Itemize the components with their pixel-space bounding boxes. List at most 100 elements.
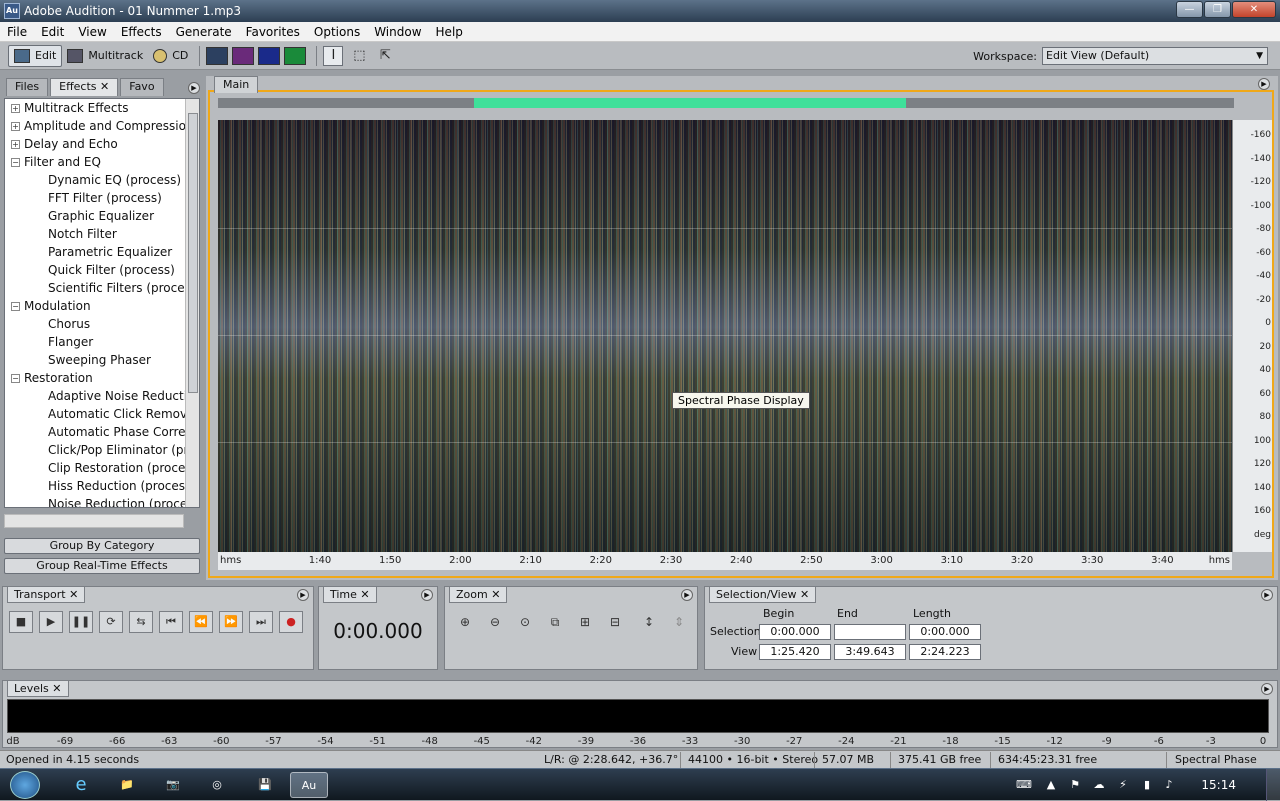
menu-view[interactable]: View — [71, 25, 113, 39]
cd-view-button[interactable]: CD — [148, 45, 193, 67]
tree-item[interactable]: Adaptive Noise Reduction — [5, 387, 199, 405]
tree-item[interactable]: Chorus — [5, 315, 199, 333]
zoom-out-vertical-icon[interactable]: ⇕ — [667, 611, 691, 633]
close-button[interactable]: ✕ — [1232, 1, 1276, 18]
play-to-end-button[interactable]: ⟳ — [99, 611, 123, 633]
collapse-icon[interactable]: − — [11, 158, 20, 167]
taskbar-save-icon[interactable]: 💾 — [246, 772, 284, 798]
zoom-out-horizontal-icon[interactable]: ⊖ — [483, 611, 507, 633]
time-selection-tool-icon[interactable]: I — [323, 45, 344, 66]
menu-effects[interactable]: Effects — [114, 25, 169, 39]
group-realtime-effects-button[interactable]: Group Real-Time Effects — [4, 558, 200, 574]
tree-item[interactable]: Parametric Equalizer — [5, 243, 199, 261]
marquee-selection-tool-icon[interactable]: ⬚ — [349, 46, 369, 66]
tree-item[interactable]: Noise Reduction (process) — [5, 495, 199, 507]
tab-effects[interactable]: Effects ✕ — [50, 78, 119, 96]
start-button[interactable] — [10, 771, 40, 799]
group-by-category-button[interactable]: Group By Category — [4, 538, 200, 554]
zoom-to-left-edge-icon[interactable]: ⊞ — [573, 611, 597, 633]
view-begin-field[interactable]: 1:25.420 — [759, 644, 831, 660]
tab-zoom[interactable]: Zoom ✕ — [449, 587, 508, 603]
horizontal-scrollbar[interactable] — [4, 514, 184, 528]
maximize-button[interactable]: ❐ — [1204, 1, 1231, 18]
overview-selection[interactable] — [474, 98, 906, 108]
taskbar-explorer-icon[interactable]: 📁 — [108, 772, 146, 798]
tree-category[interactable]: − Modulation — [5, 297, 199, 315]
security-icon[interactable]: ⚑ — [1068, 779, 1082, 791]
menu-file[interactable]: File — [0, 25, 34, 39]
panel-menu-icon[interactable]: ▶ — [297, 589, 309, 601]
menu-help[interactable]: Help — [429, 25, 470, 39]
loop-button[interactable]: ⇆ — [129, 611, 153, 633]
tray-app-icon[interactable]: ☁ — [1092, 779, 1106, 791]
tree-category[interactable]: − Filter and EQ — [5, 153, 199, 171]
tree-item[interactable]: Clip Restoration (process) — [5, 459, 199, 477]
multitrack-view-button[interactable]: Multitrack — [62, 45, 148, 67]
panel-menu-icon[interactable]: ▶ — [1261, 589, 1273, 601]
go-to-beginning-button[interactable]: ⏮ — [159, 611, 183, 633]
scrollbar-thumb[interactable] — [188, 113, 198, 393]
menu-edit[interactable]: Edit — [34, 25, 71, 39]
play-button[interactable]: ▶ — [39, 611, 63, 633]
tab-time[interactable]: Time ✕ — [323, 587, 377, 603]
taskbar-camera-icon[interactable]: 📷 — [154, 772, 192, 798]
show-desktop-button[interactable] — [1266, 769, 1280, 801]
panel-menu-icon[interactable]: ▶ — [681, 589, 693, 601]
close-icon[interactable]: ✕ — [491, 588, 500, 601]
zoom-to-right-edge-icon[interactable]: ⊟ — [603, 611, 627, 633]
collapse-icon[interactable]: − — [11, 302, 20, 311]
menu-window[interactable]: Window — [367, 25, 428, 39]
chevron-up-icon[interactable]: ▲ — [1044, 779, 1058, 791]
overview-bar[interactable] — [218, 98, 1234, 108]
workspace-dropdown[interactable]: Edit View (Default) ▼ — [1042, 47, 1268, 65]
tree-category[interactable]: − Restoration — [5, 369, 199, 387]
tab-favorites[interactable]: Favo — [120, 78, 164, 96]
minimize-button[interactable]: — — [1176, 1, 1203, 18]
rewind-button[interactable]: ⏪ — [189, 611, 213, 633]
tree-item[interactable]: Notch Filter — [5, 225, 199, 243]
selection-begin-field[interactable]: 0:00.000 — [759, 624, 831, 640]
taskbar-app-icon[interactable]: ◎ — [198, 772, 236, 798]
spectral-frequency-button[interactable] — [232, 46, 255, 65]
selection-length-field[interactable]: 0:00.000 — [909, 624, 981, 640]
tab-main[interactable]: Main — [214, 76, 259, 93]
view-length-field[interactable]: 2:24.223 — [909, 644, 981, 660]
network-icon[interactable]: ▮ — [1140, 779, 1154, 791]
tree-category[interactable]: + Delay and Echo — [5, 135, 199, 153]
tree-item[interactable]: Dynamic EQ (process) — [5, 171, 199, 189]
panel-menu-icon[interactable]: ▶ — [1258, 78, 1270, 90]
view-end-field[interactable]: 3:49.643 — [834, 644, 906, 660]
expand-icon[interactable]: + — [11, 104, 20, 113]
tree-item[interactable]: Click/Pop Eliminator (proc — [5, 441, 199, 459]
zoom-in-vertical-icon[interactable]: ↕ — [637, 611, 661, 633]
time-ruler[interactable]: hms hms 1:40 1:50 2:00 2:10 2:20 2:30 2:40 2:50… — [218, 552, 1232, 570]
edit-view-button[interactable]: Edit — [8, 44, 63, 67]
expand-icon[interactable]: + — [11, 140, 20, 149]
close-icon[interactable]: ✕ — [800, 588, 809, 601]
zoom-in-horizontal-icon[interactable]: ⊕ — [453, 611, 477, 633]
taskbar-audition-icon[interactable]: Au — [290, 772, 328, 798]
tab-selection-view[interactable]: Selection/View ✕ — [709, 587, 817, 603]
close-icon[interactable]: ✕ — [100, 80, 109, 93]
zoom-to-selection-icon[interactable]: ⧉ — [543, 611, 567, 633]
stop-button[interactable]: ■ — [9, 611, 33, 633]
go-to-end-button[interactable]: ⏭ — [249, 611, 273, 633]
record-button[interactable]: ● — [279, 611, 303, 633]
pause-button[interactable]: ❚❚ — [69, 611, 93, 633]
close-icon[interactable]: ✕ — [69, 588, 78, 601]
tab-levels[interactable]: Levels ✕ — [7, 681, 69, 697]
panel-menu-icon[interactable]: ▶ — [421, 589, 433, 601]
tree-item[interactable]: Sweeping Phaser — [5, 351, 199, 369]
tree-item[interactable]: Scientific Filters (process) — [5, 279, 199, 297]
lasso-selection-tool-icon[interactable]: ⇱ — [375, 46, 395, 66]
close-icon[interactable]: ✕ — [360, 588, 369, 601]
tree-item[interactable]: Automatic Phase Correcti — [5, 423, 199, 441]
tree-item[interactable]: Quick Filter (process) — [5, 261, 199, 279]
tree-category[interactable]: + Amplitude and Compression — [5, 117, 199, 135]
tree-item[interactable]: Flanger — [5, 333, 199, 351]
clock[interactable]: 15:14 — [1201, 778, 1236, 792]
expand-icon[interactable]: + — [11, 122, 20, 131]
menu-generate[interactable]: Generate — [169, 25, 239, 39]
tree-item[interactable]: Automatic Click Remover — [5, 405, 199, 423]
spectral-phase-display[interactable]: Spectral Phase Display — [218, 120, 1232, 552]
